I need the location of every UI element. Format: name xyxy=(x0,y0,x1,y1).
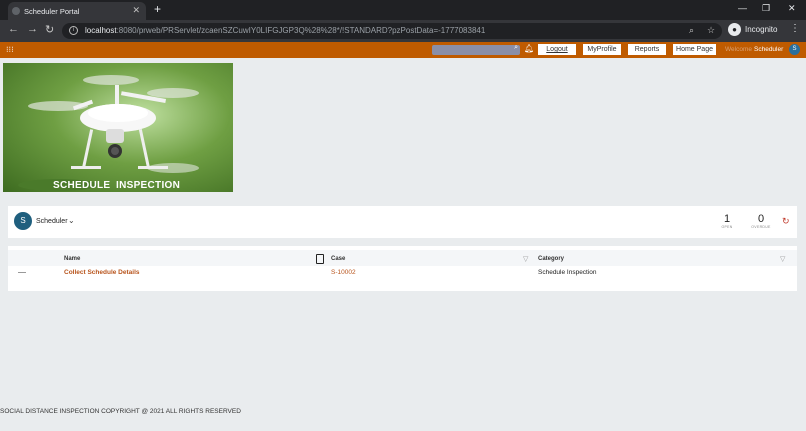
app-header: ⁝⁝⁝ ⌕ 🔔︎ Logout MyProfile Reports Home P… xyxy=(0,42,806,58)
home-page-button[interactable]: Home Page xyxy=(673,44,716,55)
browser-tabstrip: Scheduler Portal ✕ + — ❐ ✕ xyxy=(0,0,806,20)
app-launcher-icon[interactable]: ⁝⁝⁝ xyxy=(6,45,14,54)
incognito-icon: ● xyxy=(728,23,741,36)
logout-button[interactable]: Logout xyxy=(538,44,576,55)
assignment-link[interactable]: Collect Schedule Details xyxy=(64,269,140,276)
footer-copyright: SOCIAL DISTANCE INSPECTION COPYRIGHT @ 2… xyxy=(0,408,241,415)
row-menu-icon[interactable] xyxy=(18,272,26,273)
back-icon[interactable]: ← xyxy=(8,23,19,35)
worklist-table: Name Case ▽ Category ▽ Collect Schedule … xyxy=(8,246,797,291)
drone-image xyxy=(18,75,199,191)
search-input[interactable]: ⌕ xyxy=(432,44,520,55)
overdue-count-stat[interactable]: 0 OVERDUE xyxy=(746,213,776,229)
header-avatar[interactable]: S xyxy=(789,44,800,55)
favicon-icon xyxy=(12,7,20,15)
user-name[interactable]: Scheduler xyxy=(754,46,783,53)
address-bar[interactable]: i localhost:8080/prweb/PRServlet/zcaenSZ… xyxy=(62,23,722,39)
schedule-inspection-banner: SCHEDULE INSPECTION xyxy=(3,63,233,192)
open-count-stat[interactable]: 1 OPEN xyxy=(712,213,742,229)
restore-icon[interactable]: ❐ xyxy=(762,3,770,14)
incognito-indicator[interactable]: ● Incognito xyxy=(728,23,777,36)
close-window-icon[interactable]: ✕ xyxy=(788,3,796,14)
chevron-down-icon[interactable]: ⌄ xyxy=(68,216,75,225)
overdue-label: OVERDUE xyxy=(751,225,771,229)
overdue-count: 0 xyxy=(757,213,765,225)
table-header: Name Case ▽ Category ▽ xyxy=(8,250,797,266)
filter-icon[interactable]: ▽ xyxy=(780,255,785,263)
tab-title: Scheduler Portal xyxy=(24,7,80,16)
worklist-owner[interactable]: Scheduler xyxy=(36,218,68,225)
banner-word-inspection: INSPECTION xyxy=(116,180,181,191)
refresh-icon[interactable]: ↻ xyxy=(782,216,790,227)
search-icon[interactable]: ⌕ xyxy=(689,25,694,36)
notification-bell-icon[interactable]: 🔔︎ xyxy=(524,44,534,53)
column-resize-icon[interactable] xyxy=(316,254,324,264)
browser-tab[interactable]: Scheduler Portal ✕ xyxy=(8,2,146,20)
site-info-icon[interactable]: i xyxy=(69,26,78,35)
column-header-category[interactable]: Category xyxy=(538,256,564,262)
bookmark-star-icon[interactable]: ☆ xyxy=(707,25,715,36)
column-header-name[interactable]: Name xyxy=(64,256,80,262)
browser-menu-icon[interactable]: ⋮ xyxy=(790,23,800,34)
forward-icon[interactable]: → xyxy=(27,23,38,35)
filter-icon[interactable]: ▽ xyxy=(523,255,528,263)
search-icon[interactable]: ⌕ xyxy=(514,44,518,52)
reload-icon[interactable]: ↻ xyxy=(45,23,54,36)
browser-toolbar: ← → ↻ i localhost:8080/prweb/PRServlet/z… xyxy=(0,20,806,42)
welcome-text: Welcome xyxy=(725,46,752,53)
new-tab-icon[interactable]: + xyxy=(154,2,161,16)
worklist-summary-card: S Scheduler ⌄ 1 OPEN 0 OVERDUE ↻ xyxy=(8,206,797,238)
myprofile-button[interactable]: MyProfile xyxy=(583,44,621,55)
close-tab-icon[interactable]: ✕ xyxy=(132,5,140,16)
case-id-link[interactable]: S-10002 xyxy=(331,269,356,276)
worklist-avatar: S xyxy=(14,212,32,230)
banner-word-schedule: SCHEDULE xyxy=(53,180,111,191)
minimize-icon[interactable]: — xyxy=(738,3,747,13)
category-cell: Schedule Inspection xyxy=(538,269,597,276)
reports-button[interactable]: Reports xyxy=(628,44,666,55)
open-label: OPEN xyxy=(721,225,733,229)
url-text[interactable]: localhost:8080/prweb/PRServlet/zcaenSZCu… xyxy=(85,26,485,35)
open-count: 1 xyxy=(723,213,731,225)
column-header-case[interactable]: Case xyxy=(331,256,345,262)
